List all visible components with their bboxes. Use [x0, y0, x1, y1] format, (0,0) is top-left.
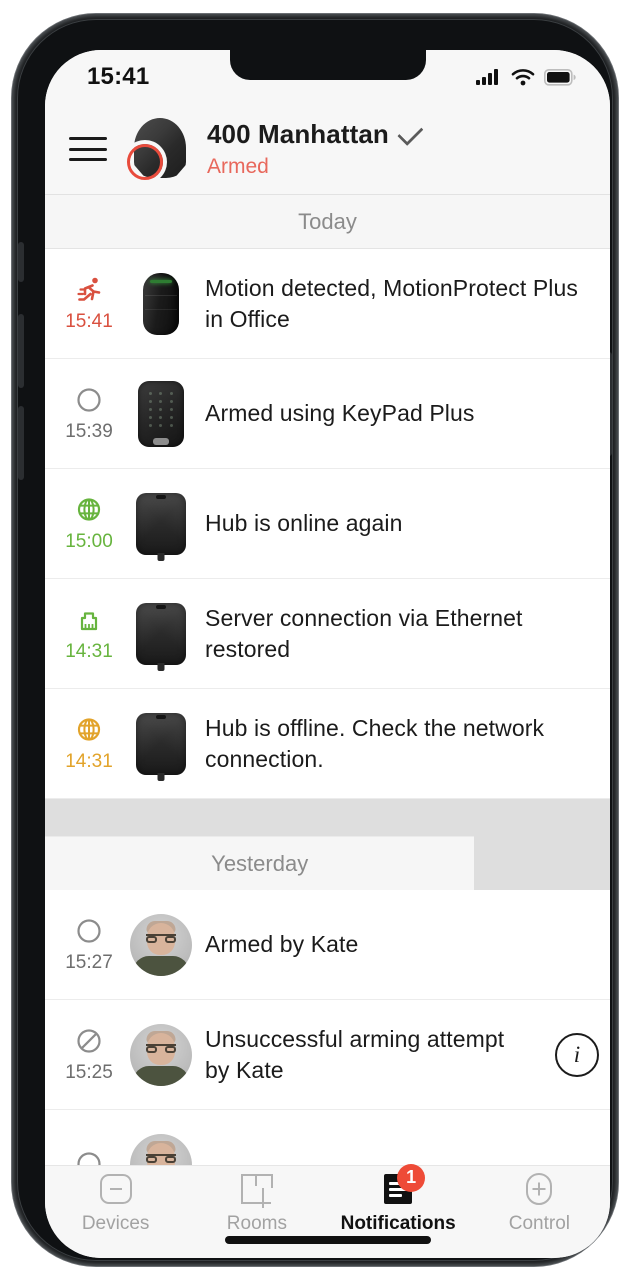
notification-badge: 1: [397, 1163, 426, 1192]
cellular-signal-icon: [476, 69, 498, 85]
tab-label: Control: [508, 1212, 570, 1234]
user-avatar-photo: [129, 913, 193, 976]
ethernet-port-icon: [80, 611, 98, 630]
wifi-icon: [511, 69, 535, 86]
list-item[interactable]: 15:41 Motion detected, MotionProtect Plu…: [45, 249, 610, 359]
event-meta: 15:27: [51, 916, 127, 974]
hub-meta: 400 Manhattan Armed: [207, 119, 424, 179]
armed-status-badge-icon: [127, 144, 163, 180]
bottom-tab-bar: Devices Rooms 1 Notifications Control: [45, 1163, 610, 1258]
circle-icon: [77, 1151, 101, 1166]
volume-up-button[interactable]: [18, 314, 24, 388]
app-header: 400 Manhattan Armed: [45, 104, 610, 195]
day-header-label: Today: [298, 208, 357, 234]
tab-control[interactable]: Control: [469, 1166, 610, 1258]
tab-label: Rooms: [226, 1212, 287, 1234]
event-time: 15:25: [65, 1061, 113, 1083]
motion-detector-device: [129, 272, 193, 335]
day-header-today: Today: [45, 195, 610, 249]
event-time: 14:31: [65, 750, 113, 772]
running-person-icon: [77, 277, 101, 301]
hub-device: [129, 492, 193, 555]
day-header-yesterday: Yesterday: [45, 836, 475, 890]
notch: [229, 50, 426, 80]
event-text: Server connection via Ethernet restored: [205, 605, 523, 662]
avatar: [130, 1133, 192, 1166]
list-item[interactable]: 15:39 Armed using KeyPad Plus: [45, 359, 610, 469]
tab-label: Notifications: [340, 1212, 456, 1234]
info-icon[interactable]: i: [555, 1032, 599, 1077]
list-item[interactable]: 15:25 Unsuccessful arming attempt by Kat…: [45, 1000, 610, 1110]
chevron-down-icon[interactable]: [397, 119, 424, 146]
globe-icon: [77, 717, 101, 741]
device-artwork: [136, 492, 186, 555]
device-artwork: [143, 272, 179, 335]
event-action[interactable]: i: [544, 1032, 610, 1077]
event-meta: 14:31: [51, 605, 127, 663]
device-artwork: [136, 712, 186, 775]
event-time: 15:00: [65, 530, 113, 552]
screenshot-stage: 15:41 400 Manhattan Armed Today 15:41 Mo…: [0, 0, 630, 1280]
user-avatar-photo: [129, 1133, 193, 1166]
event-meta: 14:31: [51, 715, 127, 773]
battery-full-icon: [544, 68, 576, 86]
list-item[interactable]: 15:27 Armed by Kate: [45, 890, 610, 1000]
list-item[interactable]: [45, 1110, 610, 1166]
status-badge: Armed: [207, 155, 269, 178]
hub-selector[interactable]: 400 Manhattan: [207, 119, 424, 150]
event-meta: [51, 1149, 127, 1166]
tab-devices[interactable]: Devices: [45, 1166, 186, 1258]
avatar: [130, 913, 192, 976]
tab-rooms[interactable]: Rooms: [186, 1166, 327, 1258]
phone-frame: 15:41 400 Manhattan Armed Today 15:41 Mo…: [12, 14, 618, 1266]
prohibited-icon: [77, 1028, 101, 1053]
rooms-floorplan-icon: [238, 1172, 276, 1208]
circle-icon: [77, 387, 101, 412]
devices-icon: [97, 1172, 135, 1206]
keypad-device: [129, 380, 193, 447]
event-text: Unsuccessful arming attempt by Kate: [205, 1026, 505, 1083]
tab-notifications[interactable]: 1 Notifications: [328, 1163, 469, 1258]
event-time: 14:31: [65, 640, 113, 662]
hub-device: [129, 602, 193, 665]
event-meta: 15:25: [51, 1026, 127, 1084]
mute-switch[interactable]: [18, 242, 24, 282]
volume-down-button[interactable]: [18, 406, 24, 480]
circle-icon: [77, 918, 101, 943]
status-bar-indicators: [476, 68, 576, 86]
hub-device: [129, 712, 193, 775]
home-indicator[interactable]: [224, 1236, 431, 1244]
device-artwork: [136, 602, 186, 665]
event-text: Hub is online again: [205, 510, 403, 537]
event-meta: 15:39: [51, 385, 127, 443]
device-artwork: [138, 380, 184, 447]
event-time: 15:39: [65, 420, 113, 442]
event-meta: 15:41: [51, 275, 127, 333]
list-item[interactable]: 15:00 Hub is online again: [45, 469, 610, 579]
event-meta: 15:00: [51, 495, 127, 553]
notifications-document-icon: 1: [379, 1163, 426, 1206]
tab-label: Devices: [81, 1212, 150, 1234]
list-item[interactable]: 14:31 Hub is offline. Check the network …: [45, 689, 610, 799]
page-title: 400 Manhattan: [207, 119, 389, 149]
notifications-list[interactable]: Today 15:41 Motion detected, MotionProte…: [45, 195, 610, 1166]
user-avatar-photo: [129, 1023, 193, 1086]
control-plus-icon: [520, 1172, 558, 1206]
hamburger-menu-icon[interactable]: [67, 134, 109, 164]
status-bar-clock: 15:41: [87, 63, 150, 90]
section-gap: [45, 799, 610, 836]
avatar: [130, 1023, 192, 1086]
phone-screen: 15:41 400 Manhattan Armed Today 15:41 Mo…: [45, 50, 610, 1258]
event-text: Armed using KeyPad Plus: [205, 400, 475, 427]
globe-icon: [77, 497, 101, 521]
event-text: Motion detected, MotionProtect Plus in O…: [205, 275, 578, 332]
event-time: 15:41: [65, 310, 113, 332]
hub-avatar-icon[interactable]: [127, 116, 193, 182]
event-time: 15:27: [65, 951, 113, 973]
day-header-label: Yesterday: [211, 850, 309, 876]
list-item[interactable]: 14:31 Server connection via Ethernet res…: [45, 579, 610, 689]
event-text: Hub is offline. Check the network connec…: [205, 715, 545, 772]
event-text: Armed by Kate: [205, 931, 359, 958]
